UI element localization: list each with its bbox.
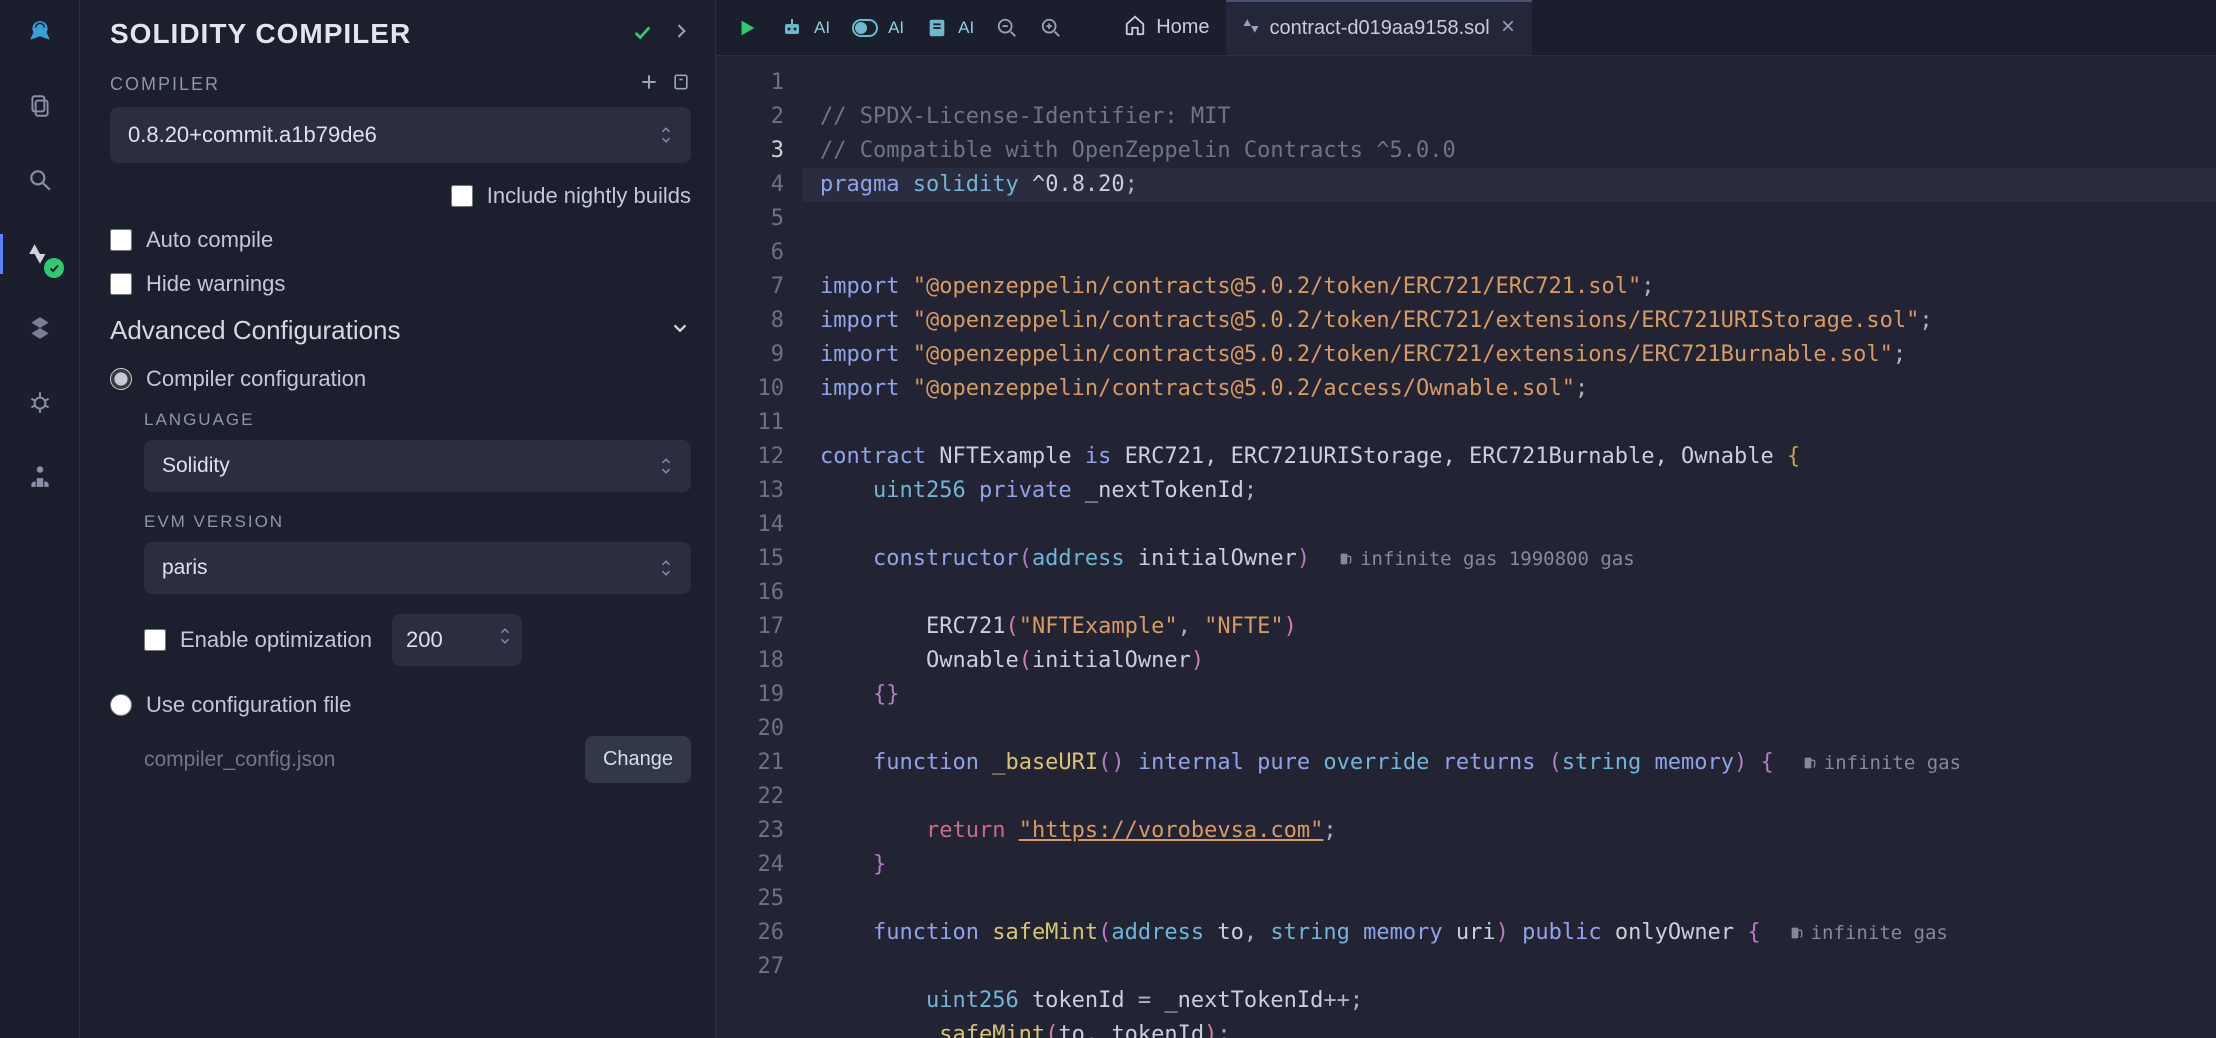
- language-label: LANGUAGE: [144, 410, 691, 430]
- solidity-file-icon: [1242, 17, 1260, 41]
- language-select[interactable]: Solidity: [144, 440, 691, 492]
- zoom-in-button[interactable]: [1034, 13, 1068, 43]
- success-badge: [44, 258, 64, 278]
- chevron-down-icon: [669, 315, 691, 346]
- evm-value: paris: [162, 556, 208, 580]
- line-gutter: 1234567891011121314151617181920212223242…: [716, 56, 802, 1038]
- ai-book-button[interactable]: AI: [920, 13, 980, 43]
- nightly-checkbox-row[interactable]: Include nightly builds: [110, 183, 691, 209]
- ai-robot-button[interactable]: AI: [774, 12, 836, 44]
- learn-icon[interactable]: [20, 456, 60, 496]
- zoom-out-button[interactable]: [990, 13, 1024, 43]
- auto-compile-checkbox[interactable]: [110, 229, 132, 251]
- run-button[interactable]: [730, 13, 764, 43]
- nightly-label: Include nightly builds: [487, 183, 691, 209]
- optimize-checkbox[interactable]: [144, 629, 166, 651]
- language-value: Solidity: [162, 454, 230, 478]
- cfg-file-radio-row[interactable]: Use configuration file: [110, 692, 691, 718]
- compile-success-icon: [631, 21, 653, 48]
- compiler-value: 0.8.20+commit.a1b79de6: [128, 122, 377, 148]
- compiler-panel: SOLIDITY COMPILER COMPILER 0.8.20+commit…: [80, 0, 716, 1038]
- hide-warnings-row[interactable]: Hide warnings: [110, 271, 691, 297]
- cfg-file-radio-label: Use configuration file: [146, 692, 351, 718]
- close-tab-icon[interactable]: [1500, 17, 1516, 40]
- code-content[interactable]: // SPDX-License-Identifier: MIT // Compa…: [802, 56, 2216, 1038]
- optimize-label: Enable optimization: [180, 627, 372, 653]
- change-button[interactable]: Change: [585, 736, 691, 783]
- activity-bar: [0, 0, 80, 1038]
- evm-label: EVM VERSION: [144, 512, 691, 532]
- select-arrows-icon: [659, 456, 673, 476]
- home-icon: [1124, 14, 1146, 42]
- auto-compile-label: Auto compile: [146, 227, 273, 253]
- evm-select[interactable]: paris: [144, 542, 691, 594]
- select-arrows-icon: [659, 125, 673, 145]
- cfg-file-radio[interactable]: [110, 694, 132, 716]
- gas-annotation: infinite gas: [1802, 746, 1961, 780]
- optimize-row[interactable]: Enable optimization: [144, 627, 372, 653]
- home-tab[interactable]: Home: [1108, 0, 1225, 55]
- advanced-section-header[interactable]: Advanced Configurations: [110, 315, 691, 346]
- ai-toggle-button[interactable]: AI: [846, 14, 910, 42]
- stepper-icon[interactable]: [498, 626, 512, 646]
- deploy-icon[interactable]: [20, 308, 60, 348]
- hide-warnings-checkbox[interactable]: [110, 273, 132, 295]
- editor-area: AI AI AI Home contract-d019aa9158.sol 12…: [716, 0, 2216, 1038]
- cfg-filename: compiler_config.json: [144, 748, 335, 772]
- compiler-icon[interactable]: [20, 234, 60, 274]
- nightly-checkbox[interactable]: [451, 185, 473, 207]
- compiler-config-radio[interactable]: [110, 368, 132, 390]
- compiler-config-label: Compiler configuration: [146, 366, 366, 392]
- gas-annotation: infinite gas 1990800 gas: [1338, 542, 1635, 576]
- chevron-right-icon[interactable]: [671, 21, 691, 48]
- debug-icon[interactable]: [20, 382, 60, 422]
- panel-title: SOLIDITY COMPILER: [110, 18, 411, 50]
- add-compiler-icon[interactable]: [639, 72, 659, 97]
- auto-compile-row[interactable]: Auto compile: [110, 227, 691, 253]
- files-icon[interactable]: [20, 86, 60, 126]
- gas-annotation: infinite gas: [1789, 916, 1948, 950]
- advanced-title: Advanced Configurations: [110, 315, 401, 346]
- local-compiler-icon[interactable]: [671, 72, 691, 97]
- compiler-label: COMPILER: [110, 74, 220, 95]
- home-tab-label: Home: [1156, 16, 1209, 39]
- compiler-config-radio-row[interactable]: Compiler configuration: [110, 366, 691, 392]
- editor-topbar: AI AI AI Home contract-d019aa9158.sol: [716, 0, 2216, 56]
- logo-icon[interactable]: [20, 12, 60, 52]
- search-icon[interactable]: [20, 160, 60, 200]
- code-editor[interactable]: 1234567891011121314151617181920212223242…: [716, 56, 2216, 1038]
- file-tab-label: contract-d019aa9158.sol: [1270, 17, 1490, 40]
- select-arrows-icon: [659, 558, 673, 578]
- compiler-select[interactable]: 0.8.20+commit.a1b79de6: [110, 107, 691, 163]
- file-tab[interactable]: contract-d019aa9158.sol: [1226, 0, 1532, 55]
- hide-warnings-label: Hide warnings: [146, 271, 285, 297]
